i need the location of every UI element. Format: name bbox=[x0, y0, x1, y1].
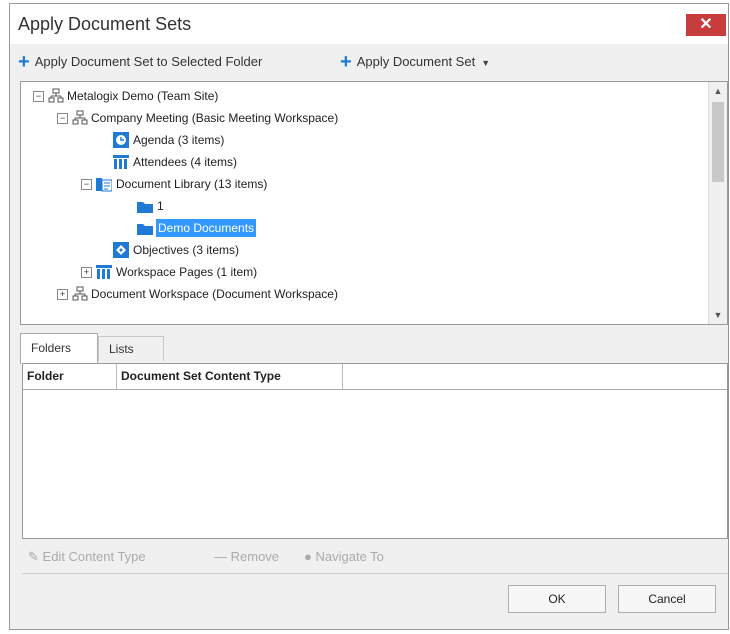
tree-item-company-meeting[interactable]: − Company Meeting (Basic Meeting Workspa… bbox=[21, 107, 711, 129]
library-icon bbox=[96, 176, 113, 192]
edit-icon: ✎ bbox=[28, 549, 39, 564]
tree-scrollbar[interactable]: ▲ ▼ bbox=[708, 82, 727, 324]
tree-item-agenda[interactable]: Agenda (3 items) bbox=[21, 129, 711, 151]
tree-item-label: Attendees (4 items) bbox=[133, 155, 238, 169]
toolbar: + Apply Document Set to Selected Folder +… bbox=[10, 50, 728, 74]
list-icon bbox=[113, 154, 129, 170]
tree-item-folder-1[interactable]: 1 bbox=[21, 195, 711, 217]
expand-toggle[interactable]: + bbox=[57, 289, 68, 300]
dialog-title: Apply Document Sets bbox=[18, 14, 192, 34]
column-header-document-set-content-type[interactable]: Document Set Content Type bbox=[117, 364, 343, 389]
title-bar: Apply Document Sets ✕ bbox=[10, 4, 728, 44]
tree-item-label: Document Workspace (Document Workspace) bbox=[91, 287, 338, 301]
expand-toggle[interactable]: + bbox=[81, 267, 92, 278]
close-button[interactable]: ✕ bbox=[686, 14, 726, 36]
list-icon bbox=[96, 264, 112, 280]
apply-document-set-dropdown-button[interactable]: + Apply Document Set ▼ bbox=[340, 50, 490, 74]
minus-icon: — bbox=[214, 549, 227, 564]
column-header-folder[interactable]: Folder bbox=[23, 364, 117, 389]
tree-item-attendees[interactable]: Attendees (4 items) bbox=[21, 151, 711, 173]
remove-label: Remove bbox=[230, 549, 280, 564]
folder-icon bbox=[137, 198, 153, 214]
scrollbar-thumb[interactable] bbox=[712, 102, 724, 182]
tree-item-document-library[interactable]: − Document Library (13 items) bbox=[21, 173, 711, 195]
tree-item-label: Objectives (3 items) bbox=[133, 243, 240, 257]
cancel-button[interactable]: Cancel bbox=[618, 585, 716, 613]
objectives-icon bbox=[113, 242, 129, 258]
folders-grid[interactable]: Folder Document Set Content Type bbox=[22, 363, 728, 539]
apply-document-set-to-selected-folder-button[interactable]: + Apply Document Set to Selected Folder bbox=[18, 50, 262, 74]
tree-item-label: Company Meeting (Basic Meeting Workspace… bbox=[91, 111, 339, 125]
tree-item-label: Workspace Pages (1 item) bbox=[116, 265, 258, 279]
scroll-up-icon[interactable]: ▲ bbox=[709, 82, 727, 100]
edit-content-type-button[interactable]: ✎ Edit Content Type bbox=[28, 543, 146, 571]
navigate-to-label: Navigate To bbox=[315, 549, 384, 564]
tree-item-label: Document Library (13 items) bbox=[116, 177, 268, 191]
collapse-toggle[interactable]: − bbox=[81, 179, 92, 190]
site-icon bbox=[72, 110, 88, 126]
tab-folders[interactable]: Folders bbox=[20, 333, 98, 364]
tree-item-demo-documents[interactable]: Demo Documents bbox=[21, 217, 711, 239]
tree-item-workspace-pages[interactable]: + Workspace Pages (1 item) bbox=[21, 261, 711, 283]
tab-lists[interactable]: Lists bbox=[98, 336, 164, 361]
chevron-down-icon: ▼ bbox=[481, 58, 491, 68]
collapse-toggle[interactable]: − bbox=[57, 113, 68, 124]
remove-button[interactable]: — Remove bbox=[214, 543, 279, 571]
edit-content-type-label: Edit Content Type bbox=[42, 549, 146, 564]
clock-list-icon bbox=[113, 132, 129, 148]
grid-toolbar: ✎ Edit Content Type — Remove ● Navigate … bbox=[22, 543, 728, 571]
tree-item-label: Metalogix Demo (Team Site) bbox=[67, 89, 219, 103]
collapse-toggle[interactable]: − bbox=[33, 91, 44, 102]
tree-item-label: 1 bbox=[157, 199, 164, 213]
plus-icon: + bbox=[340, 51, 352, 73]
apply-selected-label: Apply Document Set to Selected Folder bbox=[34, 54, 263, 69]
tree-item-document-workspace[interactable]: + Document Workspace (Document Workspace… bbox=[21, 283, 711, 305]
navigate-to-button[interactable]: ● Navigate To bbox=[304, 543, 384, 571]
site-icon bbox=[48, 88, 64, 104]
plus-icon: + bbox=[18, 51, 30, 73]
apply-document-sets-dialog: Apply Document Sets ✕ + Apply Document Se… bbox=[9, 3, 729, 630]
tree-item-label-selected: Demo Documents bbox=[156, 219, 257, 237]
scroll-down-icon[interactable]: ▼ bbox=[709, 306, 727, 324]
site-icon bbox=[72, 286, 88, 302]
folder-icon bbox=[137, 220, 153, 236]
tree-item-metalogix-demo[interactable]: − Metalogix Demo (Team Site) bbox=[21, 85, 711, 107]
footer-divider bbox=[22, 573, 728, 574]
site-tree[interactable]: − Metalogix Demo (Team Site) − Company M… bbox=[20, 81, 728, 325]
apply-label: Apply Document Set bbox=[356, 54, 476, 69]
ok-button[interactable]: OK bbox=[508, 585, 606, 613]
tree-item-objectives[interactable]: Objectives (3 items) bbox=[21, 239, 711, 261]
grid-header: Folder Document Set Content Type bbox=[23, 364, 727, 390]
tree-item-label: Agenda (3 items) bbox=[133, 133, 225, 147]
navigate-icon: ● bbox=[304, 549, 312, 564]
